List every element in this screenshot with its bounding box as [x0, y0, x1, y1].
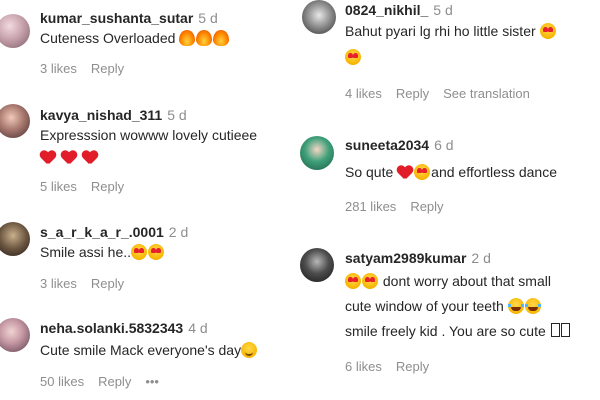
- red-heart-emoji: [397, 165, 413, 180]
- likes-count[interactable]: 3 likes: [40, 61, 77, 76]
- comment-username[interactable]: 0824_nikhil_ 5 d: [345, 2, 453, 18]
- comment-text: smile freely kid . You are so cute: [345, 320, 570, 342]
- comment-text: Cute smile Mack everyone's day: [40, 339, 258, 361]
- comment-time: 2 d: [471, 250, 491, 266]
- comment-time: 5 d: [167, 107, 187, 123]
- avatar[interactable]: [0, 222, 30, 256]
- reply-button[interactable]: Reply: [396, 86, 429, 101]
- heart-eyes-emoji: [345, 273, 361, 289]
- comment-text: cute window of your teeth: [345, 295, 542, 317]
- reply-button[interactable]: Reply: [91, 61, 124, 76]
- reply-button[interactable]: Reply: [91, 276, 124, 291]
- comment-time: 5 d: [198, 10, 218, 26]
- smiling-face-emoji: [241, 342, 258, 358]
- comment-time: 5 d: [433, 2, 453, 18]
- missing-glyph-icon: [550, 323, 560, 337]
- avatar[interactable]: [0, 104, 30, 138]
- comment-meta: 5 likes Reply: [40, 179, 138, 194]
- heart-eyes-emoji: [362, 273, 378, 289]
- comment-meta: 281 likes Reply: [345, 199, 458, 214]
- heart-eyes-emoji: [414, 164, 431, 180]
- red-heart-emoji: [61, 150, 77, 165]
- reply-button[interactable]: Reply: [91, 179, 124, 194]
- comment-text: Smile assi he..: [40, 241, 165, 263]
- likes-count[interactable]: 6 likes: [345, 359, 382, 374]
- missing-glyph-icon: [560, 323, 570, 337]
- tears-of-joy-emoji: [524, 298, 541, 314]
- see-translation-link[interactable]: See translation: [443, 86, 530, 101]
- fire-emoji: [179, 30, 196, 46]
- heart-eyes-emoji: [148, 244, 165, 260]
- avatar[interactable]: [0, 14, 30, 48]
- reply-button[interactable]: Reply: [98, 374, 131, 389]
- comment-emojis: [40, 146, 99, 168]
- likes-count[interactable]: 3 likes: [40, 276, 77, 291]
- comment-meta: 3 likes Reply: [40, 276, 138, 291]
- comment-time: 4 d: [188, 320, 208, 336]
- comment-text: Cuteness Overloaded: [40, 27, 230, 49]
- heart-eyes-emoji: [539, 23, 556, 39]
- comment-meta: 50 likes Reply •••: [40, 374, 173, 389]
- comment-username[interactable]: s_a_r_k_a_r_.0001 2 d: [40, 224, 188, 240]
- more-options-icon[interactable]: •••: [145, 374, 159, 389]
- avatar[interactable]: [302, 0, 336, 34]
- red-heart-emoji: [40, 150, 56, 165]
- comment-username[interactable]: suneeta2034 6 d: [345, 137, 454, 153]
- fire-emoji: [213, 30, 230, 46]
- reply-button[interactable]: Reply: [396, 359, 429, 374]
- comment-emojis: [345, 46, 362, 68]
- comment-text: So qute and effortless dance: [345, 164, 557, 180]
- likes-count[interactable]: 50 likes: [40, 374, 84, 389]
- likes-count[interactable]: 4 likes: [345, 86, 382, 101]
- comment-time: 6 d: [434, 137, 454, 153]
- comment-meta: 3 likes Reply: [40, 61, 138, 76]
- comment-text: Bahut pyari lg rhi ho little sister: [345, 20, 557, 42]
- heart-eyes-emoji: [131, 244, 148, 260]
- likes-count[interactable]: 281 likes: [345, 199, 396, 214]
- fire-emoji: [196, 30, 213, 46]
- comment-text: dont worry about that small: [345, 270, 551, 292]
- comment-username[interactable]: satyam2989kumar 2 d: [345, 250, 491, 266]
- avatar[interactable]: [300, 248, 334, 282]
- reply-button[interactable]: Reply: [410, 199, 443, 214]
- avatar[interactable]: [300, 136, 334, 170]
- comment-username[interactable]: kavya_nishad_311 5 d: [40, 107, 187, 123]
- comment-time: 2 d: [168, 224, 189, 240]
- heart-eyes-emoji: [345, 49, 361, 65]
- comment-meta: 6 likes Reply: [345, 359, 443, 374]
- tears-of-joy-emoji: [507, 298, 524, 314]
- comment-username[interactable]: kumar_sushanta_sutar 5 d: [40, 10, 218, 26]
- likes-count[interactable]: 5 likes: [40, 179, 77, 194]
- avatar[interactable]: [0, 318, 30, 352]
- red-heart-emoji: [82, 150, 98, 165]
- comment-text: Expresssion wowww lovely cutieee: [40, 127, 258, 143]
- comment-username[interactable]: neha.solanki.5832343 4 d: [40, 320, 208, 336]
- comment-meta: 4 likes Reply See translation: [345, 86, 544, 101]
